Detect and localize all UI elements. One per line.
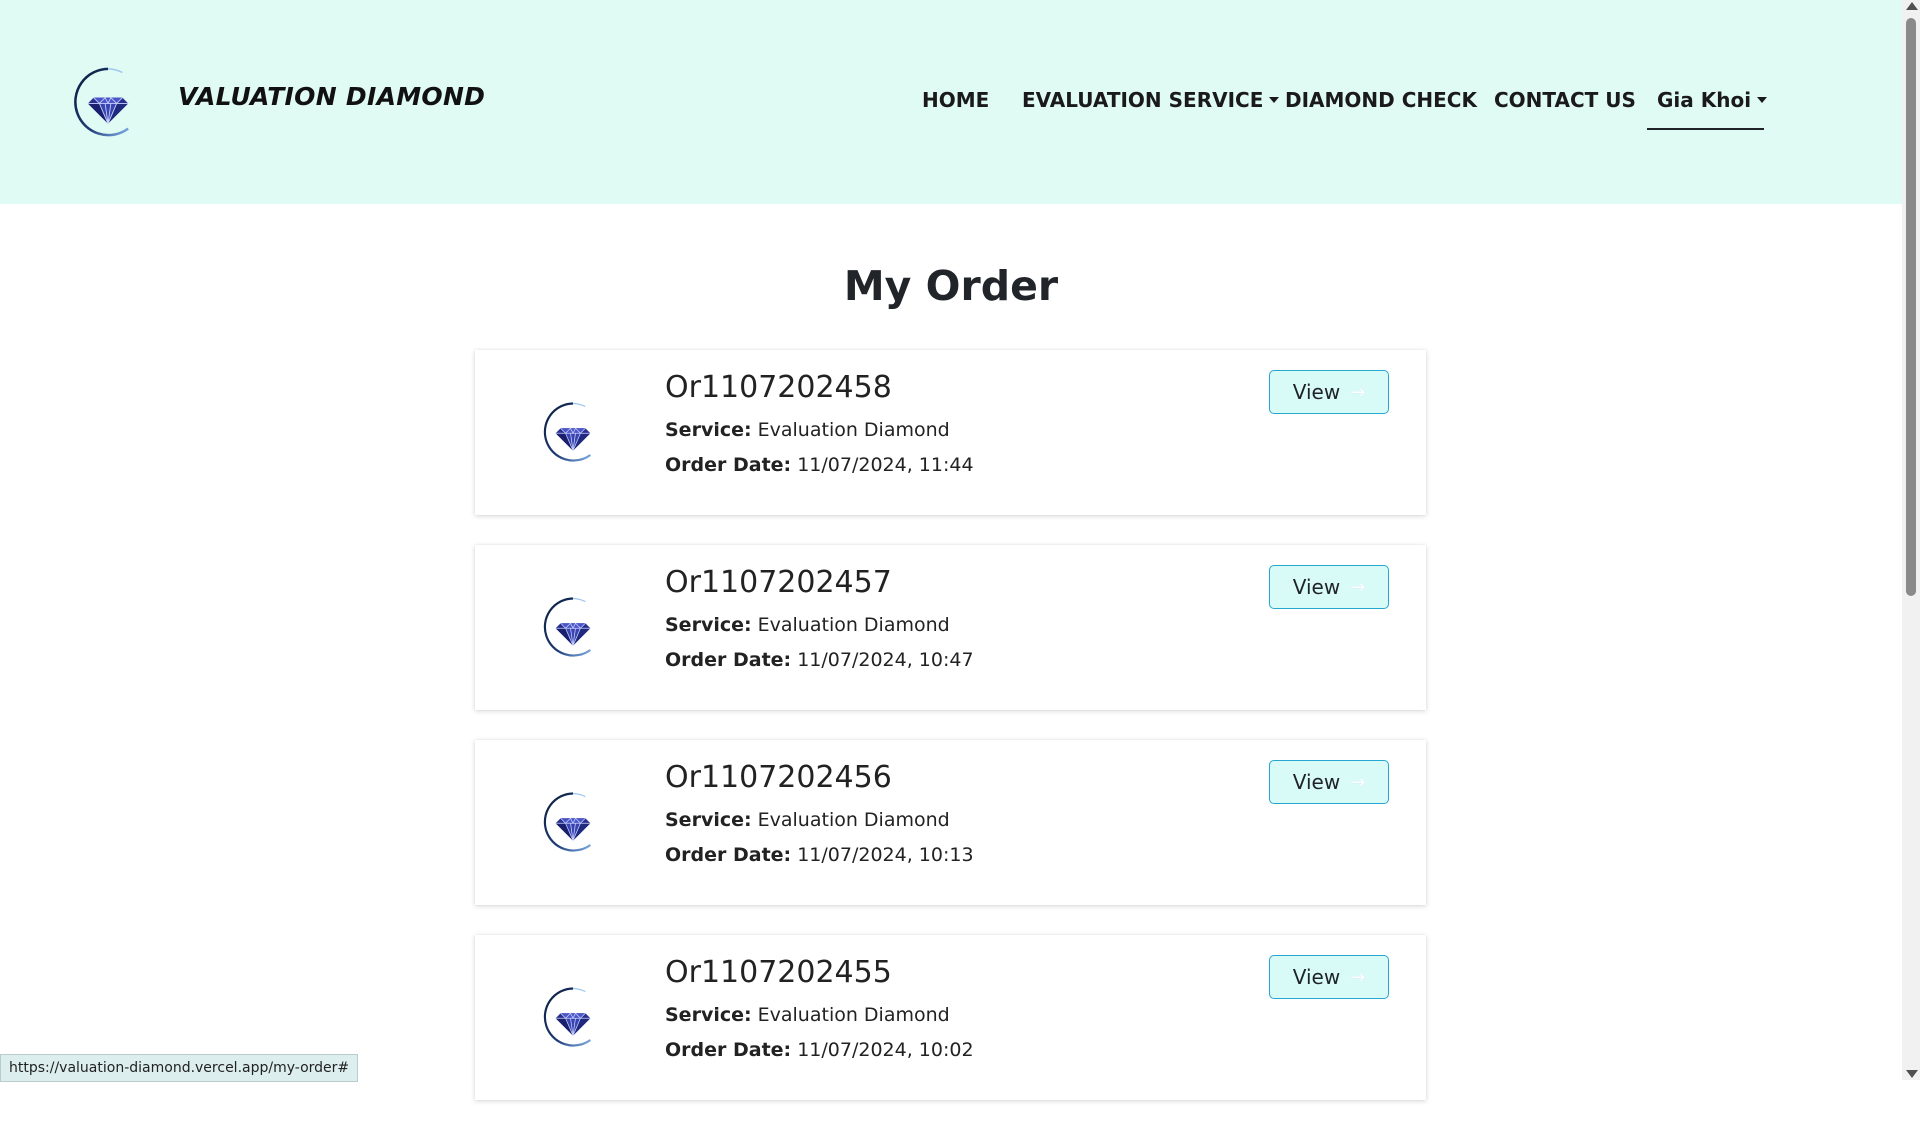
arrow-right-icon: → xyxy=(1350,966,1366,988)
caret-down-icon xyxy=(1269,97,1280,103)
view-button-label: View xyxy=(1292,380,1341,404)
order-date: Order Date: 11/07/2024, 10:47 xyxy=(665,649,974,671)
view-order-button[interactable]: View → xyxy=(1269,760,1389,804)
vertical-scrollbar[interactable] xyxy=(1902,0,1920,1080)
view-order-button[interactable]: View → xyxy=(1269,955,1389,999)
order-date-label: Order Date: xyxy=(665,1039,792,1061)
diamond-logo-icon xyxy=(542,791,604,853)
order-service: Service: Evaluation Diamond xyxy=(665,419,950,441)
order-date: Order Date: 11/07/2024, 10:02 xyxy=(665,1039,974,1061)
nav-contact-us[interactable]: CONTACT US xyxy=(1494,88,1636,112)
order-service: Service: Evaluation Diamond xyxy=(665,1004,950,1026)
nav-diamond-check-label: DIAMOND CHECK xyxy=(1285,88,1477,112)
order-list: Or1107202458 Service: Evaluation Diamond… xyxy=(475,350,1426,1130)
nav-home-label: HOME xyxy=(922,88,990,112)
order-card: Or1107202457 Service: Evaluation Diamond… xyxy=(475,545,1426,710)
diamond-logo-icon xyxy=(542,401,604,463)
arrow-right-icon: → xyxy=(1350,381,1366,403)
nav-home[interactable]: HOME xyxy=(922,88,989,112)
order-id: Or1107202457 xyxy=(665,565,892,600)
service-value: Evaluation Diamond xyxy=(757,809,950,831)
nav-user-name: Gia Khoi xyxy=(1657,88,1752,112)
page-title: My Order xyxy=(843,262,1059,310)
order-date-label: Order Date: xyxy=(665,649,792,671)
view-button-label: View xyxy=(1292,575,1341,599)
caret-down-icon xyxy=(1757,97,1768,103)
order-date: Order Date: 11/07/2024, 10:13 xyxy=(665,844,974,866)
view-order-button[interactable]: View → xyxy=(1269,370,1389,414)
order-card: Or1107202455 Service: Evaluation Diamond… xyxy=(475,935,1426,1100)
service-label: Service: xyxy=(665,809,752,831)
nav-evaluation-service[interactable]: EVALUATION SERVICE xyxy=(1022,88,1280,112)
order-service: Service: Evaluation Diamond xyxy=(665,809,950,831)
order-date: Order Date: 11/07/2024, 11:44 xyxy=(665,454,974,476)
nav-evaluation-service-label: EVALUATION SERVICE xyxy=(1022,88,1264,112)
arrow-right-icon: → xyxy=(1350,771,1366,793)
nav-diamond-check[interactable]: DIAMOND CHECK xyxy=(1285,88,1477,112)
order-service: Service: Evaluation Diamond xyxy=(665,614,950,636)
scrollbar-thumb[interactable] xyxy=(1906,18,1916,596)
arrow-right-icon: → xyxy=(1350,576,1366,598)
order-id: Or1107202455 xyxy=(665,955,892,990)
order-date-value: 11/07/2024, 11:44 xyxy=(797,454,974,476)
service-label: Service: xyxy=(665,1004,752,1026)
view-button-label: View xyxy=(1292,965,1341,989)
brand-name[interactable]: VALUATION DIAMOND xyxy=(178,82,485,111)
diamond-logo-icon xyxy=(542,596,604,658)
order-date-value: 11/07/2024, 10:47 xyxy=(797,649,974,671)
scroll-up-arrow-icon[interactable] xyxy=(1906,2,1918,10)
view-order-button[interactable]: View → xyxy=(1269,565,1389,609)
order-date-value: 11/07/2024, 10:13 xyxy=(797,844,974,866)
site-header: VALUATION DIAMOND HOME EVALUATION SERVIC… xyxy=(0,0,1902,204)
status-bar-url: https://valuation-diamond.vercel.app/my-… xyxy=(0,1054,359,1082)
order-card: Or1107202458 Service: Evaluation Diamond… xyxy=(475,350,1426,515)
diamond-logo-icon[interactable] xyxy=(72,66,144,138)
order-card: Or1107202456 Service: Evaluation Diamond… xyxy=(475,740,1426,905)
service-label: Service: xyxy=(665,419,752,441)
order-date-label: Order Date: xyxy=(665,454,792,476)
active-nav-underline xyxy=(1647,128,1764,130)
service-value: Evaluation Diamond xyxy=(757,419,950,441)
nav-contact-us-label: CONTACT US xyxy=(1494,88,1636,112)
order-id: Or1107202458 xyxy=(665,370,892,405)
diamond-logo-icon xyxy=(542,986,604,1048)
order-date-label: Order Date: xyxy=(665,844,792,866)
view-button-label: View xyxy=(1292,770,1341,794)
nav-user-menu[interactable]: Gia Khoi xyxy=(1657,88,1768,112)
order-id: Or1107202456 xyxy=(665,760,892,795)
service-value: Evaluation Diamond xyxy=(757,1004,950,1026)
service-label: Service: xyxy=(665,614,752,636)
service-value: Evaluation Diamond xyxy=(757,614,950,636)
scroll-down-arrow-icon[interactable] xyxy=(1906,1070,1918,1078)
order-date-value: 11/07/2024, 10:02 xyxy=(797,1039,974,1061)
